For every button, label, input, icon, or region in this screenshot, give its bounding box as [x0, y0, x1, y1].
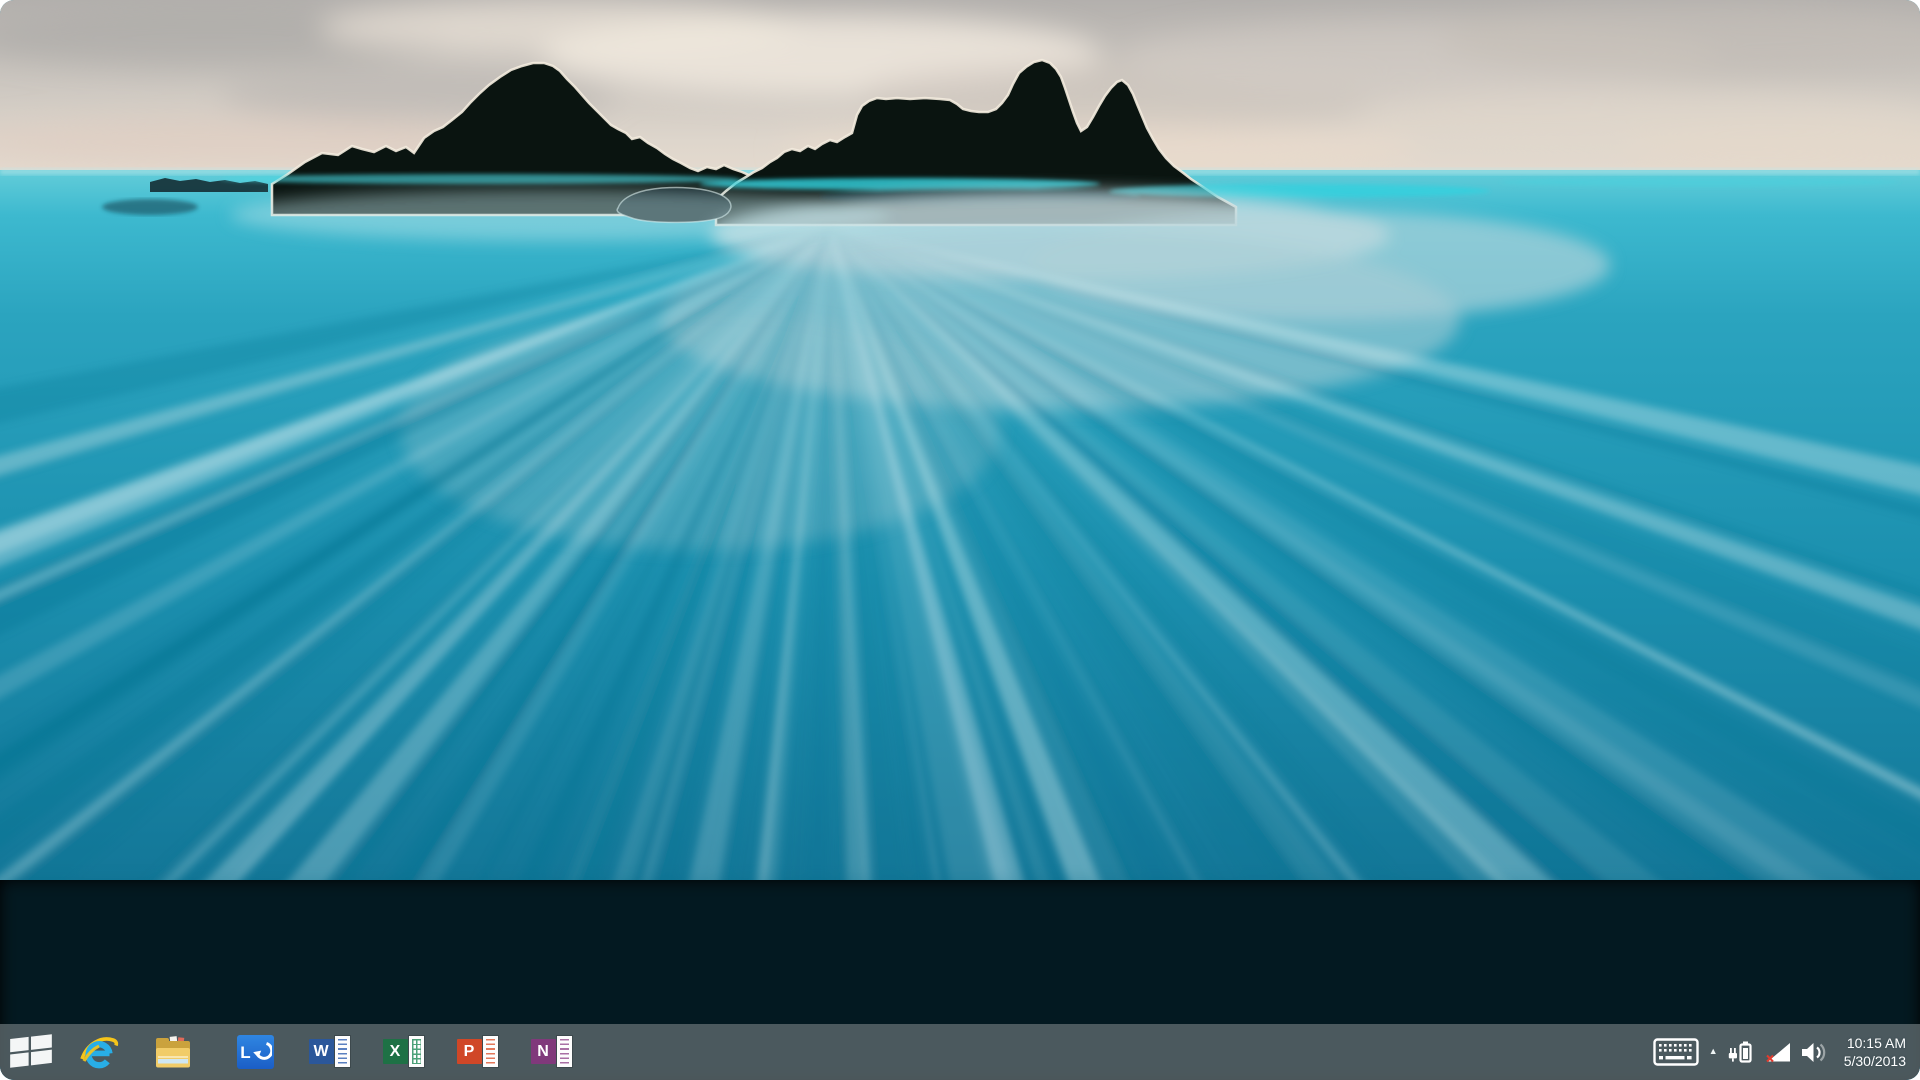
- word-document-page: [334, 1036, 350, 1067]
- powerpoint-icon: P: [456, 1035, 498, 1069]
- powerpoint-letter: P: [456, 1039, 482, 1064]
- taskbar-item-onenote[interactable]: N: [514, 1024, 588, 1080]
- onenote-icon: N: [530, 1035, 572, 1069]
- taskbar-item-internet-explorer[interactable]: [62, 1024, 136, 1080]
- internet-explorer-icon: [80, 1037, 119, 1069]
- excel-spreadsheet-page: [408, 1036, 424, 1067]
- taskbar[interactable]: L W X P N ▲ 10:15 AM 5/30/2013: [0, 1024, 1920, 1080]
- onenote-letter: N: [530, 1039, 556, 1064]
- start-button[interactable]: [0, 1024, 62, 1080]
- word-letter: W: [308, 1039, 334, 1064]
- windows-logo-icon: [10, 1034, 52, 1068]
- lync-letter: L: [240, 1042, 251, 1062]
- clock-date: 5/30/2013: [1843, 1053, 1906, 1069]
- volume-button[interactable]: [1801, 1024, 1828, 1080]
- taskbar-item-lync[interactable]: L: [218, 1024, 292, 1080]
- touch-keyboard-icon: [1653, 1038, 1699, 1066]
- excel-icon: X: [382, 1035, 424, 1069]
- file-explorer-icon: [156, 1036, 190, 1068]
- chevron-up-icon: ▲: [1708, 1045, 1718, 1056]
- word-icon: W: [308, 1035, 350, 1069]
- network-signal-icon: [1765, 1042, 1790, 1062]
- desktop-wallpaper-image: [0, 0, 1920, 1080]
- network-status-button[interactable]: [1765, 1024, 1791, 1080]
- lync-icon: L: [236, 1035, 274, 1069]
- lync-swoosh: [252, 1042, 272, 1060]
- onenote-notebook-page: [556, 1036, 572, 1067]
- system-tray: ▲ 10:15 AM 5/30/2013: [1653, 1024, 1920, 1080]
- clock-time: 10:15 AM: [1846, 1035, 1906, 1051]
- taskbar-item-word[interactable]: W: [292, 1024, 366, 1080]
- taskbar-item-powerpoint[interactable]: P: [440, 1024, 514, 1080]
- taskbar-item-excel[interactable]: X: [366, 1024, 440, 1080]
- power-status-button[interactable]: [1728, 1024, 1756, 1080]
- speaker-icon: [1801, 1042, 1825, 1062]
- desktop[interactable]: L W X P N ▲ 10:15 AM 5/30/2013: [0, 0, 1920, 1080]
- show-hidden-icons-button[interactable]: ▲: [1709, 1024, 1718, 1080]
- excel-letter: X: [382, 1039, 408, 1064]
- taskbar-item-file-explorer[interactable]: [136, 1024, 210, 1080]
- touch-keyboard-button[interactable]: [1653, 1024, 1699, 1080]
- powerpoint-slide-page: [482, 1036, 498, 1067]
- clock[interactable]: 10:15 AM 5/30/2013: [1844, 1024, 1906, 1080]
- battery-plug-icon: [1728, 1041, 1752, 1063]
